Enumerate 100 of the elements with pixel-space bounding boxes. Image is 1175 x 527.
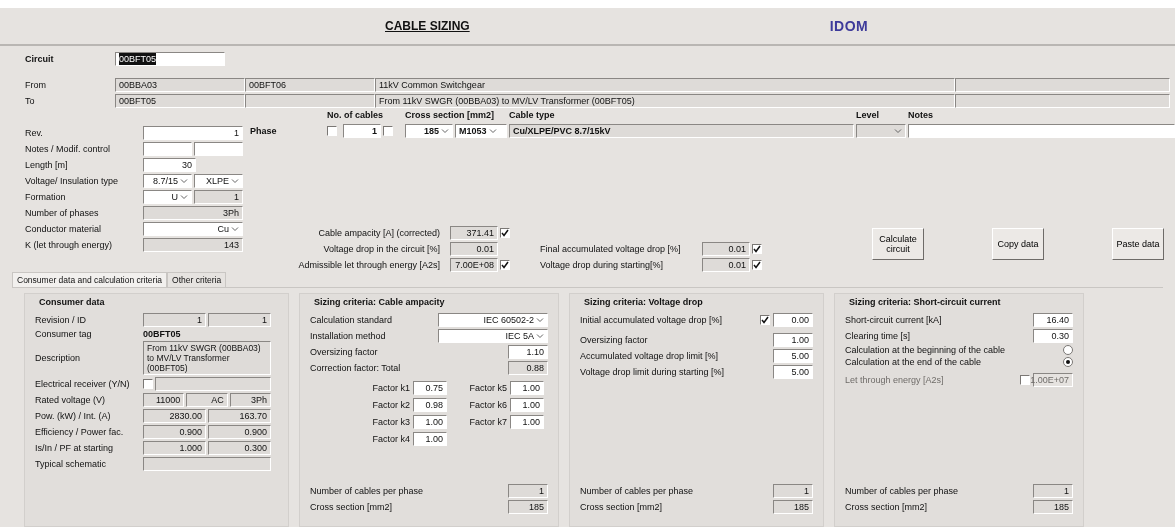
readonly-field: 00BFT06	[245, 78, 375, 92]
caret-icon	[231, 177, 239, 185]
field-label: Pow. (kW) / Int. (A)	[35, 411, 112, 421]
field-label: Cross section [mm2]	[580, 502, 664, 512]
field-label: Notes / Modif. control	[25, 144, 112, 154]
readonly-field: 0.01	[450, 242, 498, 256]
field-label: Length [m]	[25, 160, 69, 170]
field-label: Voltage drop limit during starting [%]	[580, 367, 726, 377]
field-label: Revision / ID	[35, 315, 88, 325]
input-field[interactable]: 1.00	[413, 415, 447, 429]
column-header: Notes	[908, 110, 934, 120]
input-field[interactable]: 1	[343, 124, 381, 138]
input-field[interactable]: 0.75	[413, 381, 447, 395]
checkbox[interactable]	[752, 260, 762, 270]
readonly-field: 1	[194, 190, 243, 204]
dropdown[interactable]: M1053	[455, 124, 507, 138]
readonly-field: 371.41	[450, 226, 498, 240]
input-field[interactable]: 1.10	[508, 345, 548, 359]
input-field[interactable]: 1.00	[510, 398, 544, 412]
dropdown[interactable]: XLPE	[194, 174, 243, 188]
dropdown[interactable]	[856, 124, 906, 138]
input-field[interactable]: 1.00	[413, 432, 447, 446]
field-label: Cross section [mm2]	[845, 502, 929, 512]
field-label: Short-circuit current [kA]	[845, 315, 943, 325]
dropdown[interactable]: 8.7/15	[143, 174, 192, 188]
field-label: Factor k7	[468, 417, 507, 427]
checkbox[interactable]	[327, 126, 337, 136]
field-label: Conductor material	[25, 224, 103, 234]
field-label: Oversizing factor	[580, 335, 649, 345]
field-label: Factor k5	[468, 383, 507, 393]
radio-button[interactable]	[1063, 357, 1073, 367]
field-label: Oversizing factor	[310, 347, 379, 357]
field-label: Correction factor: Total	[310, 363, 402, 373]
input-field[interactable]: 1	[143, 126, 243, 140]
input-field[interactable]: 0.98	[413, 398, 447, 412]
input-field[interactable]	[143, 142, 192, 156]
readonly-field: 0.900	[208, 425, 271, 439]
caret-icon	[488, 127, 497, 135]
readonly-field: 3Ph	[229, 393, 271, 407]
input-field[interactable]: 30	[143, 158, 196, 172]
field-label: To	[25, 96, 36, 106]
input-field[interactable]: 0.30	[1033, 329, 1073, 343]
readonly-field: 1.000	[143, 441, 206, 455]
readonly-field: 0.900	[143, 425, 206, 439]
readonly-field: 143	[143, 238, 243, 252]
radio-button[interactable]	[1063, 345, 1073, 355]
checkbox[interactable]	[752, 244, 762, 254]
readonly-field: 0.300	[208, 441, 271, 455]
dropdown[interactable]: 185	[405, 124, 453, 138]
checkbox[interactable]	[383, 126, 393, 136]
input-field[interactable]: 5.00	[773, 365, 813, 379]
readonly-field: 7.00E+08	[450, 258, 498, 272]
field-label: Calculation standard	[310, 315, 394, 325]
field-label: Let through energy [A2s]	[845, 375, 945, 385]
checkbox[interactable]	[500, 228, 510, 238]
caret-icon	[231, 225, 239, 233]
field-label: Number of cables per phase	[580, 486, 695, 496]
field-label: Efficiency / Power fac.	[35, 427, 125, 437]
group-title: Consumer data	[38, 297, 106, 307]
action-button[interactable]: Paste data	[1112, 228, 1164, 260]
field-label: Rated voltage (V)	[35, 395, 107, 405]
input-field[interactable]	[194, 142, 243, 156]
result-label: Voltage drop in the circuit [%]	[322, 244, 440, 254]
result-label: Voltage drop during starting[%]	[540, 260, 665, 270]
dropdown[interactable]: U	[143, 190, 192, 204]
input-field[interactable]: 5.00	[773, 349, 813, 363]
tab[interactable]: Consumer data and calculation criteria	[12, 272, 168, 287]
input-field[interactable]: 1.00	[773, 333, 813, 347]
input-field[interactable]: 1.00	[510, 415, 544, 429]
field-label: Formation	[25, 192, 67, 202]
checkbox[interactable]	[760, 315, 770, 325]
readonly-field: 0.01	[702, 258, 750, 272]
consumer-tag: 00BFT05	[143, 329, 181, 339]
tab[interactable]: Other criteria	[167, 272, 227, 287]
field-label: Number of cables per phase	[845, 486, 960, 496]
column-header: No. of cables	[327, 110, 384, 120]
checkbox[interactable]	[500, 260, 510, 270]
result-label: Final accumulated voltage drop [%]	[540, 244, 680, 254]
checkbox[interactable]	[143, 379, 153, 389]
field-label: Factor k3	[371, 417, 410, 427]
dropdown[interactable]: IEC 5A	[438, 329, 548, 343]
input-field[interactable]	[908, 124, 1175, 138]
action-button[interactable]: Calculate circuit	[872, 228, 924, 260]
group-title: Sizing criteria: Short-circuit current	[848, 297, 1002, 307]
result-label: Admissible let through energy [A2s]	[297, 260, 440, 270]
readonly-field: Cu/XLPE/PVC 8.7/15kV	[509, 124, 854, 138]
dropdown[interactable]: IEC 60502-2	[438, 313, 548, 327]
field-label: Phase	[250, 126, 278, 136]
field-label: Factor k1	[371, 383, 410, 393]
action-button[interactable]: Copy data	[992, 228, 1044, 260]
field-label: Clearing time [s]	[845, 331, 912, 341]
input-field[interactable]: 16.40	[1033, 313, 1073, 327]
caret-icon	[441, 127, 449, 135]
readonly-field: AC	[186, 393, 228, 407]
input-field[interactable]: 00BFT05	[115, 52, 225, 66]
dropdown[interactable]: Cu	[143, 222, 243, 236]
readonly-field: 00BFT05	[115, 94, 245, 108]
input-field[interactable]: 0.00	[773, 313, 813, 327]
input-field[interactable]: 1.00	[510, 381, 544, 395]
field-label: Cross section [mm2]	[310, 502, 394, 512]
